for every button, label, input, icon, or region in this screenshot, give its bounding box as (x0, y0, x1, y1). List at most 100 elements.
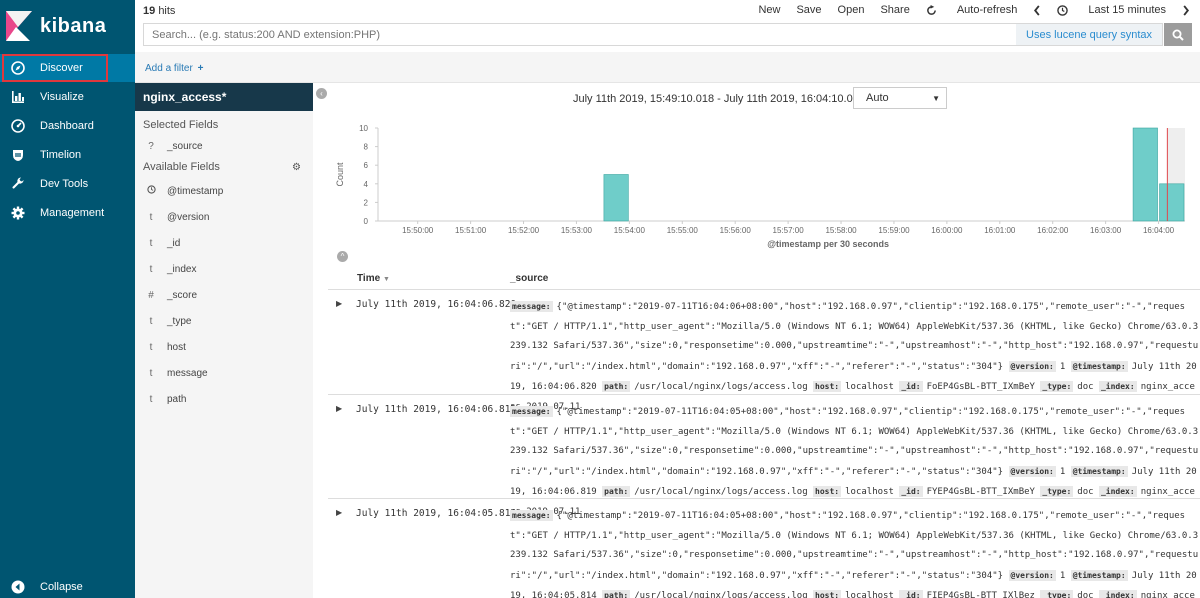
search-input[interactable] (144, 24, 1017, 45)
field-item[interactable]: t _type (135, 308, 313, 334)
interval-select[interactable]: Auto ▼ (853, 87, 947, 109)
wrench-icon (10, 176, 26, 192)
x-tick-label: 16:03:00 (1090, 226, 1122, 235)
add-filter-button[interactable]: Add a filter + (145, 63, 203, 74)
auto-refresh-label: Auto-refresh (956, 4, 1018, 16)
x-tick-label: 15:50:00 (402, 226, 434, 235)
field-name: _type (167, 315, 192, 327)
source-field-value: 1 (1059, 570, 1071, 581)
source-field-value: localhost (845, 591, 900, 598)
time-range-label: Last 15 minutes (1088, 4, 1166, 16)
histogram-time-range: July 11th 2019, 15:49:10.018 - July 11th… (573, 93, 879, 105)
source-field-key: _index: (1098, 486, 1137, 497)
x-tick-label: 15:52:00 (508, 226, 540, 235)
histogram-bar[interactable] (603, 174, 629, 222)
hits-count: 19 hits (143, 5, 175, 17)
field-item[interactable]: t @version (135, 204, 313, 230)
source-field-key: _id: (899, 381, 923, 392)
kibana-logo[interactable]: kibana (0, 0, 135, 52)
field-item[interactable]: @timestamp (135, 178, 313, 204)
save-button[interactable]: Save (796, 4, 821, 16)
interval-value: Auto (866, 92, 889, 104)
nav-timelion[interactable]: Timelion (0, 141, 135, 169)
collapse-arrow-icon (10, 579, 26, 595)
index-pattern-selector[interactable]: nginx_access* (135, 83, 313, 111)
source-field-key: @version: (1008, 569, 1056, 581)
field-item[interactable]: t host (135, 334, 313, 360)
time-prev-button[interactable] (1033, 4, 1041, 16)
search-icon (1172, 29, 1184, 41)
histogram-bar[interactable] (1159, 183, 1185, 222)
search-button[interactable] (1164, 23, 1192, 46)
source-field-key: message: (510, 510, 553, 521)
field-type-unknown: ? (148, 140, 154, 152)
x-tick-label: 16:00:00 (931, 226, 963, 235)
x-tick-label: 16:02:00 (1037, 226, 1069, 235)
source-field-key: _type: (1040, 590, 1074, 598)
discover-highlight (2, 54, 108, 82)
y-tick-label: 4 (364, 180, 369, 189)
lucene-syntax-link[interactable]: Uses lucene query syntax (1016, 24, 1162, 45)
time-column-label: Time (357, 273, 381, 284)
time-next-button[interactable] (1182, 4, 1190, 16)
time-picker[interactable]: Last 15 minutes (1057, 4, 1166, 16)
field-name: _index (167, 263, 197, 275)
field-item[interactable]: t message (135, 360, 313, 386)
source-field-value: localhost (845, 382, 900, 392)
table-row[interactable]: ▶ July 11th 2019, 16:04:06.819 message: {"@… (328, 394, 1200, 517)
nav-discover[interactable]: Discover (0, 54, 135, 82)
plus-icon: + (197, 63, 204, 74)
field-name: message (167, 367, 208, 379)
nav-dev-tools[interactable]: Dev Tools (0, 170, 135, 198)
field-item[interactable]: # _score (135, 282, 313, 308)
collapse-sidebar-icon[interactable]: ‹ (316, 88, 327, 99)
field-type-string: t (149, 211, 153, 223)
field-item[interactable]: ? _source (135, 136, 313, 156)
source-field-value: 1 (1059, 466, 1071, 477)
table-row[interactable]: ▶ July 11th 2019, 16:04:06.820 message: {"@… (328, 289, 1200, 412)
source-field-value: FIEP4GsBL-BTT_IXlBez (926, 591, 1041, 598)
field-item[interactable]: t _index (135, 256, 313, 282)
expand-row-icon[interactable]: ▶ (336, 404, 342, 413)
source-field-key: host: (813, 486, 842, 497)
source-field-key: host: (813, 381, 842, 392)
expand-row-icon[interactable]: ▶ (336, 508, 342, 517)
time-column-header[interactable]: Time ▼ (357, 273, 390, 284)
expand-row-icon[interactable]: ▶ (336, 299, 342, 308)
histogram-bar[interactable] (1132, 127, 1158, 222)
field-item[interactable]: t _id (135, 230, 313, 256)
share-button[interactable]: Share (880, 4, 909, 16)
auto-refresh-button[interactable]: Auto-refresh (926, 4, 1018, 16)
nav-dashboard-label: Dashboard (40, 120, 94, 132)
field-type-number: # (148, 289, 154, 301)
collapse-chart-icon[interactable]: ^ (337, 251, 348, 262)
field-type-string: t (149, 341, 153, 353)
source-field-key: _index: (1098, 590, 1137, 598)
open-button[interactable]: Open (838, 4, 865, 16)
nav-collapse-label: Collapse (40, 581, 83, 593)
bar-chart-icon (10, 89, 26, 105)
x-tick-label: 15:53:00 (561, 226, 593, 235)
nav-dashboard[interactable]: Dashboard (0, 112, 135, 140)
field-name: @timestamp (167, 185, 224, 197)
source-column-header: _source (510, 273, 549, 284)
shield-icon (10, 147, 26, 163)
table-row[interactable]: ▶ July 11th 2019, 16:04:05.814 message: {"@… (328, 498, 1200, 598)
chevron-left-icon (1034, 4, 1040, 16)
field-name: _source (167, 140, 203, 152)
refresh-icon (926, 4, 936, 15)
new-button[interactable]: New (758, 4, 780, 16)
field-item[interactable]: t path (135, 386, 313, 412)
x-tick-label: 15:54:00 (614, 226, 646, 235)
field-settings-gear-icon[interactable]: ⚙ (292, 162, 301, 173)
nav-visualize[interactable]: Visualize (0, 83, 135, 111)
nav-collapse[interactable]: Collapse (0, 573, 135, 598)
nav-management[interactable]: Management (0, 199, 135, 227)
histogram-chart: 0 2 4 6 8 10 15:50:00 15:51:00 15:52:00 15:53:00 1… (335, 124, 1185, 249)
chevron-right-icon (1183, 4, 1190, 16)
source-field-value: doc (1077, 487, 1099, 497)
source-field-key: path: (602, 381, 631, 392)
discover-main: ‹ July 11th 2019, 15:49:10.018 - July 11… (313, 83, 1200, 598)
field-name: @version (167, 211, 210, 223)
source-field-key: host: (813, 590, 842, 598)
